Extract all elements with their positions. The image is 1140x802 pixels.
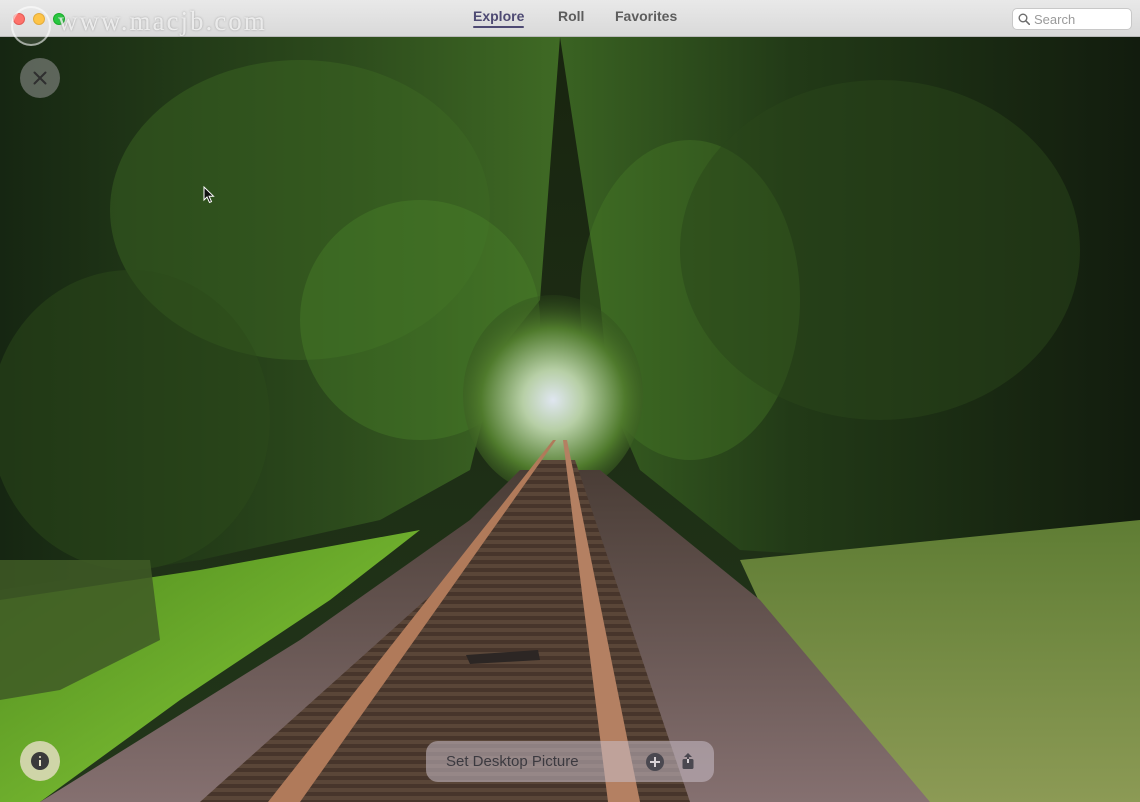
action-bar: Set Desktop Picture: [426, 741, 714, 782]
plus-circle-icon[interactable]: [646, 753, 664, 771]
wallpaper-image: [0, 0, 1140, 802]
share-icon[interactable]: [681, 752, 695, 770]
mouse-pointer-icon: [203, 186, 215, 204]
app-window: www.macjb.com Explore Roll Favorites Set…: [0, 0, 1140, 802]
set-desktop-picture-button[interactable]: Set Desktop Picture: [446, 753, 579, 770]
info-icon: [31, 752, 49, 770]
search-box[interactable]: [1012, 8, 1132, 30]
tab-favorites[interactable]: Favorites: [615, 8, 677, 24]
tab-bar: Explore Roll Favorites: [0, 0, 1140, 37]
info-button[interactable]: [20, 741, 60, 781]
search-input[interactable]: [1034, 10, 1128, 28]
tab-roll[interactable]: Roll: [558, 8, 584, 24]
search-icon: [1018, 13, 1030, 25]
close-icon: [33, 71, 47, 85]
tab-explore[interactable]: Explore: [473, 8, 525, 28]
close-photo-button[interactable]: [20, 58, 60, 98]
title-bar: www.macjb.com Explore Roll Favorites: [0, 0, 1140, 46]
